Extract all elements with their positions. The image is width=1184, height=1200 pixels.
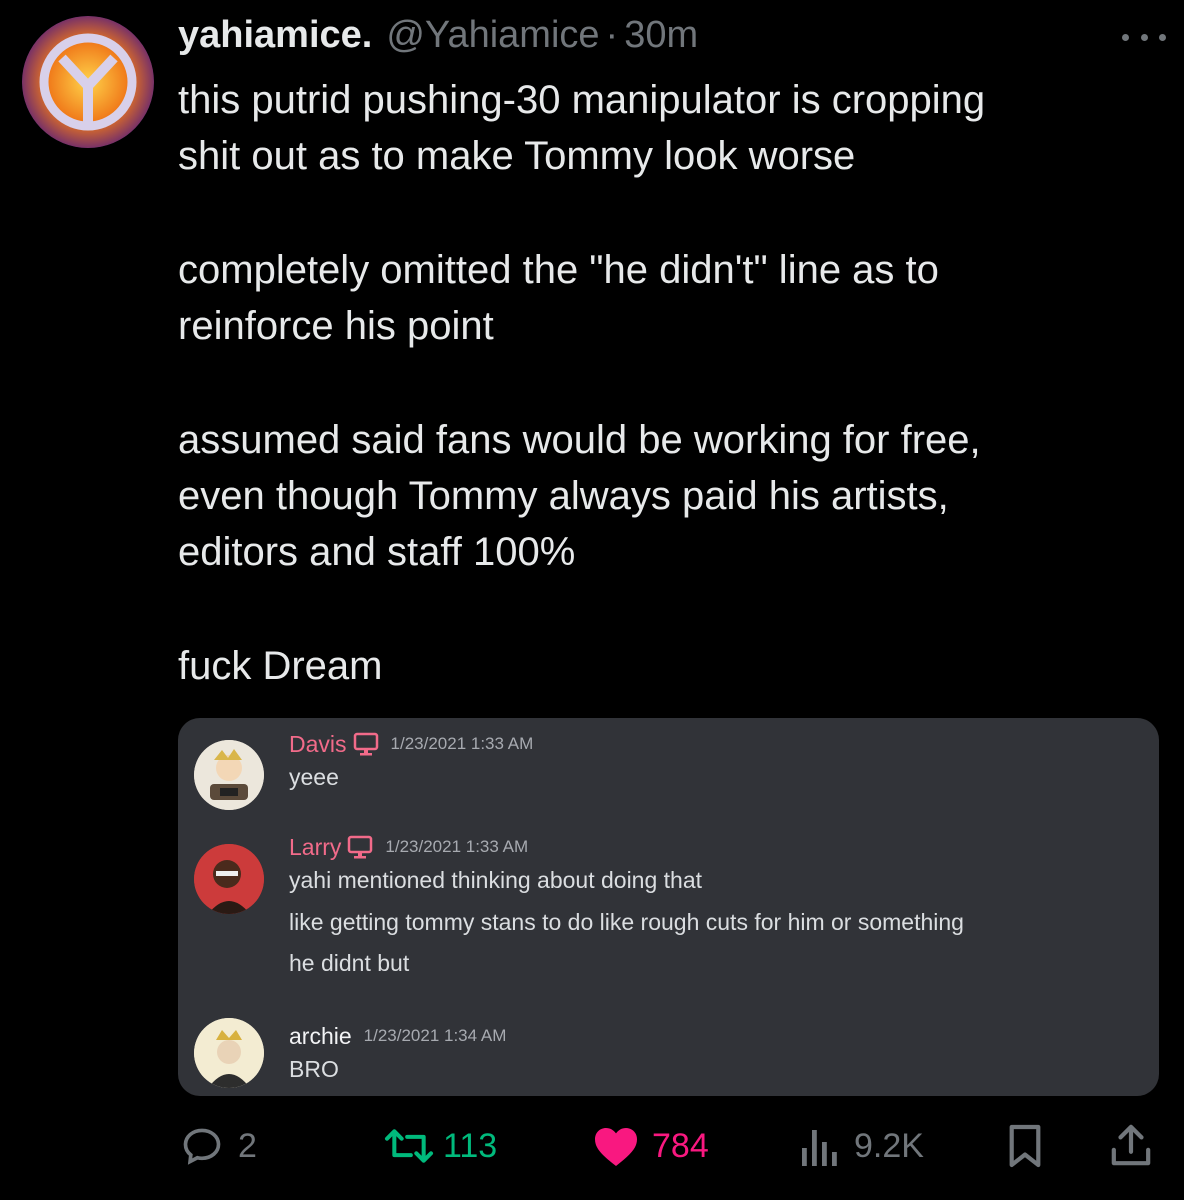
message-timestamp: 1/23/2021 1:33 AM — [390, 734, 534, 753]
post-text: this putrid pushing-30 manipulator is cr… — [178, 72, 1138, 694]
message-text: he didnt but — [289, 950, 410, 976]
desktop-icon — [348, 835, 373, 859]
message-timestamp: 1/23/2021 1:34 AM — [363, 1026, 507, 1045]
like-count: 784 — [652, 1126, 709, 1165]
post-line: even though Tommy always paid his artist… — [178, 474, 949, 518]
display-name[interactable]: yahiamice. — [178, 14, 372, 57]
views-button[interactable]: 9.2K — [800, 1118, 924, 1174]
avatar-logo-icon — [22, 16, 154, 148]
repost-button[interactable]: 113 — [383, 1118, 497, 1174]
post-line: fuck Dream — [178, 644, 383, 688]
user-avatar-icon — [194, 1018, 264, 1088]
post-line: completely omitted the "he didn't" line … — [178, 248, 939, 292]
message-header: Davis 1/23/2021 1:33 AM — [289, 728, 533, 760]
author-avatar[interactable] — [22, 16, 154, 148]
message-text: yahi mentioned thinking about doing that — [289, 867, 703, 893]
repost-icon — [384, 1129, 434, 1163]
bookmark-icon — [1009, 1124, 1041, 1168]
reply-button[interactable]: 2 — [180, 1118, 257, 1174]
like-button[interactable]: 784 — [592, 1118, 709, 1174]
reply-icon — [183, 1128, 221, 1165]
reply-count: 2 — [238, 1126, 257, 1165]
like-icon — [595, 1128, 637, 1166]
post-header: yahiamice. @Yahiamice · 30m — [178, 14, 1164, 62]
attached-image[interactable]: Davis 1/23/2021 1:33 AM yeee Larry 1/23/… — [178, 718, 1159, 1096]
avatar — [194, 1018, 264, 1088]
views-icon — [802, 1130, 837, 1166]
message-header: archie 1/23/2021 1:34 AM — [289, 1020, 506, 1052]
message-header: Larry 1/23/2021 1:33 AM — [289, 831, 528, 863]
post-line: shit out as to make Tommy look worse — [178, 134, 856, 178]
avatar — [194, 740, 264, 810]
message-text: like getting tommy stans to do like roug… — [289, 909, 964, 935]
post-line: this putrid pushing-30 manipulator is cr… — [178, 78, 986, 122]
user-handle[interactable]: @Yahiamice — [386, 14, 599, 57]
post-line: assumed said fans would be working for f… — [178, 418, 981, 462]
more-options-icon[interactable] — [1122, 30, 1166, 44]
desktop-icon — [353, 732, 378, 756]
user-avatar-icon — [194, 740, 264, 810]
share-icon — [1111, 1124, 1151, 1166]
message-text: yeee — [289, 764, 339, 790]
message-author[interactable]: Larry — [289, 834, 341, 861]
post-line: editors and staff 100% — [178, 530, 576, 574]
post-line: reinforce his point — [178, 304, 494, 348]
message-author[interactable]: archie — [289, 1023, 352, 1050]
bookmark-button[interactable] — [1006, 1118, 1044, 1174]
view-count: 9.2K — [854, 1126, 924, 1165]
post-time[interactable]: 30m — [624, 14, 698, 57]
message-timestamp: 1/23/2021 1:33 AM — [385, 837, 529, 856]
message-text: BRO — [289, 1056, 339, 1082]
separator: · — [605, 14, 619, 56]
repost-count: 113 — [443, 1126, 498, 1165]
message-author[interactable]: Davis — [289, 731, 347, 758]
user-avatar-icon — [194, 844, 264, 914]
avatar — [194, 844, 264, 914]
share-button[interactable] — [1110, 1118, 1152, 1174]
action-bar: 2 113 784 9.2K — [0, 1118, 1184, 1174]
